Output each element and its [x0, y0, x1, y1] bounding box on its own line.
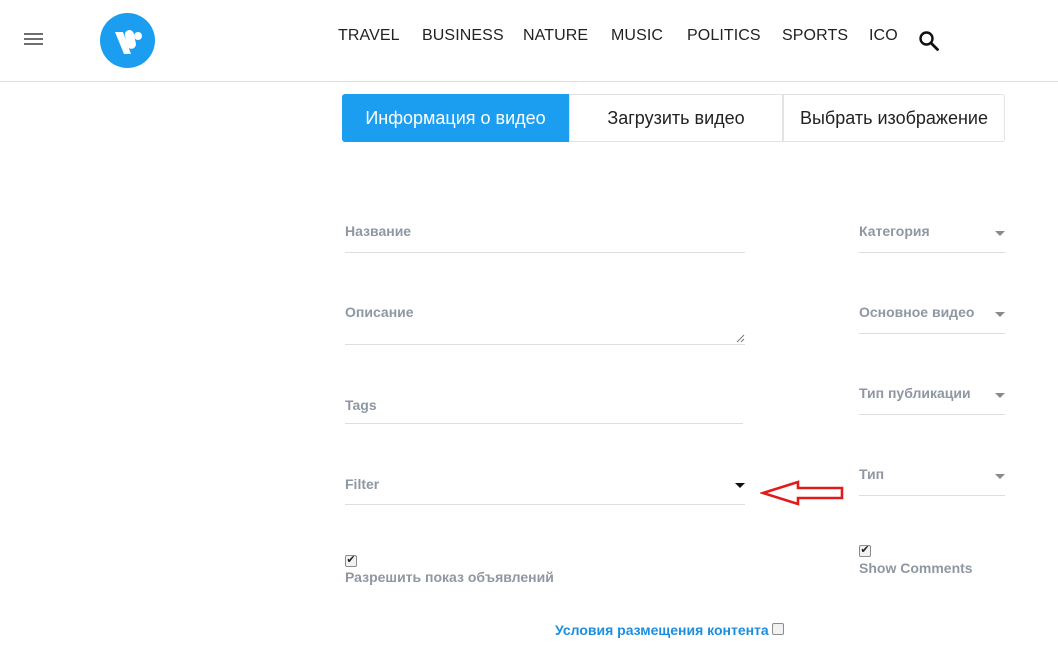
- filter-select[interactable]: Filter: [345, 474, 745, 505]
- v-logo-icon[interactable]: [100, 13, 155, 68]
- nav-item-nature[interactable]: NATURE: [523, 26, 611, 48]
- hamburger-menu-icon[interactable]: [24, 33, 44, 47]
- title-field[interactable]: Название: [345, 222, 745, 253]
- nav-item-sports[interactable]: SPORTS: [782, 26, 869, 48]
- tags-field[interactable]: Tags: [345, 395, 743, 424]
- resize-handle-icon[interactable]: [736, 334, 745, 343]
- tags-label: Tags: [345, 397, 377, 413]
- nav-item-business[interactable]: BUSINESS: [422, 26, 523, 48]
- publication-type-select[interactable]: Тип публикации: [859, 384, 1005, 415]
- publication-type-label: Тип публикации: [859, 385, 971, 401]
- nav-item-travel[interactable]: TRAVEL: [338, 26, 422, 48]
- search-icon[interactable]: [918, 30, 940, 52]
- category-label: Категория: [859, 223, 930, 239]
- main-navigation: TRAVEL BUSINESS NATURE MUSIC POLITICS SP…: [338, 26, 909, 48]
- tab-upload-video[interactable]: Загрузить видео: [569, 94, 783, 142]
- description-field[interactable]: Описание: [345, 303, 745, 345]
- category-select[interactable]: Категория: [859, 222, 1005, 253]
- top-header: TRAVEL BUSINESS NATURE MUSIC POLITICS SP…: [0, 0, 1058, 82]
- type-select[interactable]: Тип: [859, 465, 1005, 496]
- main-video-select[interactable]: Основное видео: [859, 303, 1005, 334]
- red-arrow-annotation-icon: [760, 480, 844, 506]
- main-video-label: Основное видео: [859, 304, 975, 320]
- checkmark-icon: ✔: [860, 544, 870, 556]
- caret-down-icon: [995, 474, 1005, 479]
- tab-choose-image[interactable]: Выбрать изображение: [783, 94, 1005, 142]
- caret-down-icon: [995, 393, 1005, 398]
- title-label: Название: [345, 223, 412, 239]
- allow-ads-label: Разрешить показ объявлений: [345, 569, 554, 585]
- checkmark-icon: ✔: [346, 554, 356, 566]
- allow-ads-checkbox[interactable]: ✔: [345, 554, 357, 567]
- show-comments-checkbox[interactable]: ✔: [859, 544, 871, 557]
- nav-item-politics[interactable]: POLITICS: [687, 26, 782, 48]
- nav-item-ico[interactable]: ICO: [869, 26, 909, 48]
- caret-down-icon: [735, 483, 745, 488]
- terms-checkbox[interactable]: [772, 623, 784, 635]
- terms-link[interactable]: Условия размещения контента: [555, 622, 769, 638]
- caret-down-icon: [995, 231, 1005, 236]
- upload-tabs: Информация о видео Загрузить видео Выбра…: [342, 94, 1005, 142]
- nav-item-music[interactable]: MUSIC: [611, 26, 687, 48]
- tab-video-info[interactable]: Информация о видео: [342, 94, 569, 142]
- filter-label: Filter: [345, 476, 380, 492]
- description-label: Описание: [345, 304, 414, 320]
- show-comments-label: Show Comments: [859, 560, 973, 576]
- caret-down-icon: [995, 312, 1005, 317]
- type-label: Тип: [859, 466, 885, 482]
